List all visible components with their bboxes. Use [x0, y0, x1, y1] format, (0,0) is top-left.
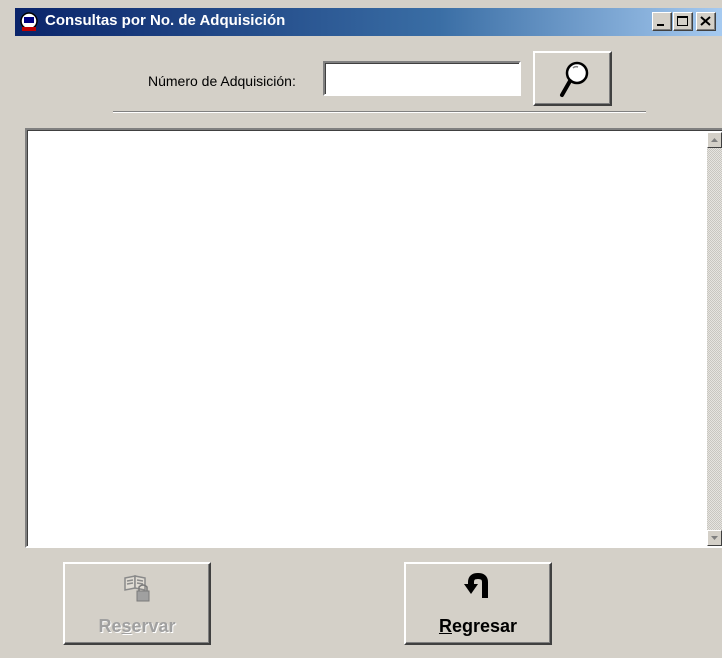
- window-title: Consultas por No. de Adquisición: [45, 12, 286, 29]
- maximize-icon: [677, 16, 688, 26]
- minimize-button[interactable]: [652, 12, 672, 31]
- reserve-button-label: Reservar: [65, 616, 209, 637]
- book-lock-icon: [119, 572, 155, 609]
- maximize-button[interactable]: [673, 12, 693, 31]
- results-list[interactable]: [25, 128, 722, 548]
- library-app-icon[interactable]: [19, 12, 39, 32]
- vertical-scrollbar[interactable]: [707, 132, 722, 546]
- reserve-button[interactable]: Reservar: [63, 562, 211, 645]
- return-label-mnemonic: R: [438, 616, 452, 636]
- scroll-down-button[interactable]: [707, 530, 722, 546]
- separator-line: [113, 111, 646, 113]
- reserve-label-start: Re: [98, 616, 122, 636]
- minimize-icon: [657, 24, 664, 26]
- return-arrow-icon: [463, 572, 493, 607]
- return-label-end: egresar: [451, 616, 518, 636]
- close-icon: [700, 16, 711, 26]
- magnifier-icon: [560, 61, 589, 97]
- reserve-label-mnemonic: s: [121, 616, 132, 636]
- app-window: Consultas por No. de Adquisición Número …: [0, 0, 722, 658]
- arrow-up-icon: [711, 138, 718, 142]
- close-button[interactable]: [696, 12, 716, 31]
- scroll-up-button[interactable]: [707, 132, 722, 148]
- acquisition-number-label: Número de Adquisición:: [148, 73, 296, 89]
- arrow-down-icon: [711, 536, 718, 540]
- search-button[interactable]: [533, 51, 612, 106]
- acquisition-number-input[interactable]: [323, 61, 521, 96]
- return-button[interactable]: Regresar: [404, 562, 552, 645]
- title-bar[interactable]: Consultas por No. de Adquisición: [15, 8, 722, 36]
- return-button-label: Regresar: [406, 616, 550, 637]
- reserve-label-end: ervar: [131, 616, 176, 636]
